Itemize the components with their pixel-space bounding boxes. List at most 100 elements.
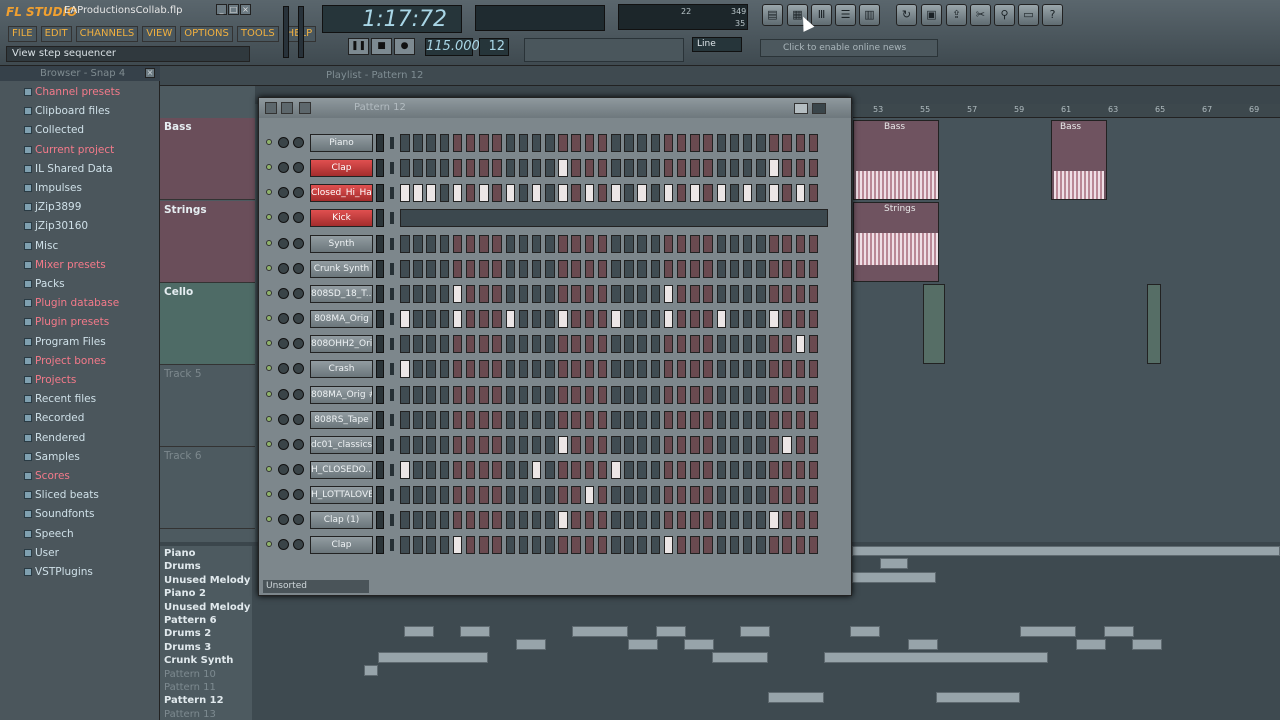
step-button[interactable] (782, 536, 792, 555)
step-button[interactable] (756, 460, 766, 479)
step-button[interactable] (426, 360, 436, 379)
browser-item[interactable]: Channel presets (10, 83, 158, 101)
step-button[interactable] (650, 234, 661, 253)
pattern-list-item[interactable]: Drums 3 (164, 642, 211, 653)
step-button[interactable] (479, 460, 489, 479)
step-button[interactable] (756, 259, 766, 278)
step-button[interactable] (505, 234, 515, 253)
step-button[interactable] (808, 360, 819, 379)
step-button[interactable] (611, 486, 621, 505)
step-button[interactable] (545, 134, 555, 152)
pattern-block[interactable] (684, 639, 714, 650)
step-button[interactable] (756, 435, 766, 454)
step-button[interactable] (571, 159, 581, 178)
channel-button[interactable]: Piano (310, 134, 373, 152)
channel-select-indicator[interactable] (390, 338, 394, 351)
channel-mute-led[interactable] (266, 491, 272, 498)
step-button[interactable] (545, 310, 555, 329)
step-button[interactable] (413, 234, 423, 253)
step-button[interactable] (729, 536, 740, 555)
volume-knob[interactable] (293, 212, 304, 224)
step-button[interactable] (729, 511, 740, 530)
step-button[interactable] (492, 435, 502, 454)
pan-knob[interactable] (278, 489, 289, 501)
step-button[interactable] (650, 435, 661, 454)
step-button[interactable] (439, 259, 450, 278)
step-button[interactable] (611, 511, 621, 530)
step-button[interactable] (492, 486, 502, 505)
step-button[interactable] (558, 234, 568, 253)
step-button[interactable] (650, 486, 661, 505)
step-button[interactable] (808, 234, 819, 253)
step-button[interactable] (584, 310, 595, 329)
step-button[interactable] (597, 184, 608, 203)
step-button[interactable] (518, 259, 529, 278)
step-button[interactable] (637, 259, 647, 278)
volume-knob[interactable] (293, 237, 304, 249)
step-button[interactable] (650, 511, 661, 530)
step-button[interactable] (597, 284, 608, 303)
step-button[interactable] (742, 284, 753, 303)
volume-knob[interactable] (293, 313, 304, 325)
pattern-block[interactable] (908, 639, 938, 650)
step-button[interactable] (650, 184, 661, 203)
step-button[interactable] (545, 435, 555, 454)
step-button[interactable] (703, 536, 713, 555)
step-button[interactable] (756, 360, 766, 379)
step-button[interactable] (584, 410, 595, 429)
step-button[interactable] (452, 435, 463, 454)
track-header[interactable]: Track 6 (160, 447, 255, 529)
step-button[interactable] (518, 460, 529, 479)
step-button[interactable] (439, 284, 450, 303)
step-button[interactable] (584, 460, 595, 479)
step-button[interactable] (584, 511, 595, 530)
step-button[interactable] (492, 184, 502, 203)
step-button[interactable] (769, 360, 779, 379)
step-button[interactable] (650, 310, 661, 329)
step-button[interactable] (703, 259, 713, 278)
step-button[interactable] (690, 134, 700, 152)
step-button[interactable] (756, 159, 766, 178)
channel-button[interactable]: H_CLOSEDO... (310, 460, 373, 479)
step-button[interactable] (545, 335, 555, 354)
step-button[interactable] (465, 134, 476, 152)
browser-item[interactable]: Recent files (10, 390, 158, 408)
pan-knob[interactable] (278, 539, 289, 551)
step-button[interactable] (426, 284, 436, 303)
help-icon[interactable]: ? (1042, 4, 1063, 26)
step-button[interactable] (637, 385, 647, 404)
pan-knob[interactable] (278, 187, 289, 199)
step-button[interactable] (505, 159, 515, 178)
step-button[interactable] (624, 284, 634, 303)
pan-knob[interactable] (278, 212, 289, 224)
step-button[interactable] (729, 335, 740, 354)
step-button[interactable] (756, 511, 766, 530)
step-button[interactable] (769, 435, 779, 454)
pattern-block[interactable] (364, 665, 378, 676)
pattern-block[interactable] (404, 626, 434, 637)
step-button[interactable] (663, 284, 674, 303)
step-button[interactable] (769, 259, 779, 278)
snap-controls[interactable] (524, 38, 684, 62)
step-button[interactable] (690, 536, 700, 555)
step-button[interactable] (703, 460, 713, 479)
step-button[interactable] (769, 410, 779, 429)
step-button[interactable] (703, 360, 713, 379)
close-icon[interactable]: × (240, 4, 251, 15)
step-button[interactable] (597, 234, 608, 253)
channel-button[interactable]: 808MA_Orig (310, 310, 373, 329)
pattern-list-item[interactable]: Drums 2 (164, 628, 211, 639)
step-button[interactable] (558, 184, 568, 203)
step-button[interactable] (676, 435, 687, 454)
step-button[interactable] (637, 410, 647, 429)
step-button[interactable] (426, 410, 436, 429)
volume-knob[interactable] (293, 187, 304, 199)
step-button[interactable] (571, 234, 581, 253)
step-button[interactable] (465, 159, 476, 178)
step-button[interactable] (611, 134, 621, 152)
step-button[interactable] (611, 184, 621, 203)
step-button[interactable] (782, 259, 792, 278)
channel-mute-led[interactable] (266, 214, 272, 221)
step-button[interactable] (716, 511, 726, 530)
step-button[interactable] (716, 335, 726, 354)
